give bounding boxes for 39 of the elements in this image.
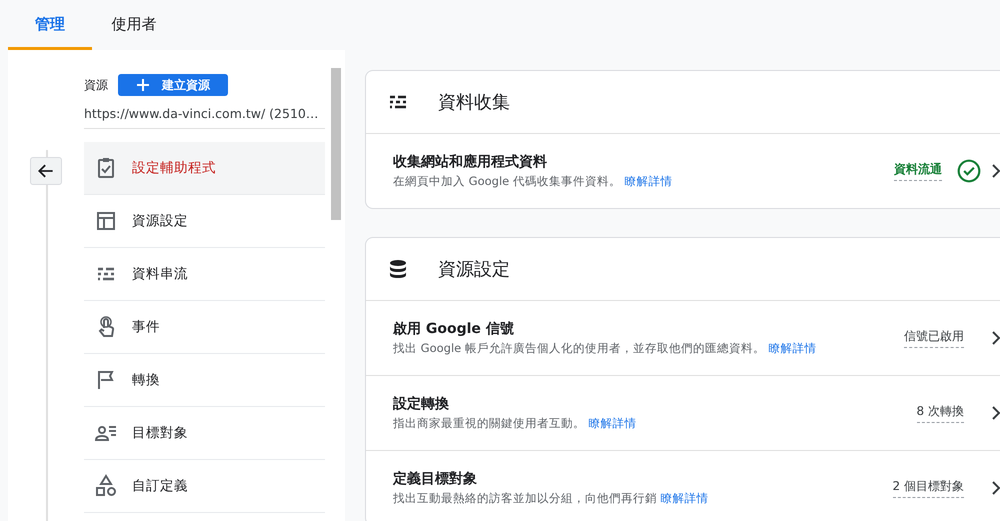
- plus-icon: [136, 78, 150, 92]
- learn-more-link[interactable]: 瞭解詳情: [624, 174, 673, 188]
- property-name: https://www.da-vinci.com.tw/ (2510…: [84, 106, 325, 129]
- shapes-icon: [94, 474, 118, 498]
- scrollbar-thumb[interactable]: [331, 68, 341, 220]
- layout-icon: [94, 209, 118, 233]
- nav-item[interactable]: 設定輔助程式: [84, 142, 325, 195]
- nav-item[interactable]: 自訂定義: [84, 460, 325, 513]
- row-title: 啟用 Google 信號: [393, 320, 515, 338]
- nav-item[interactable]: 目標對象: [84, 407, 325, 460]
- learn-more-link[interactable]: 瞭解詳情: [660, 491, 709, 505]
- learn-more-link[interactable]: 瞭解詳情: [588, 416, 637, 430]
- learn-more-link[interactable]: 瞭解詳情: [768, 341, 817, 355]
- chevron-right-icon[interactable]: [992, 330, 1000, 346]
- section-title: 資料收集: [438, 91, 510, 114]
- chevron-right-icon[interactable]: [992, 480, 1000, 496]
- nav-item[interactable]: 資源設定: [84, 195, 325, 248]
- section-title: 資源設定: [438, 258, 510, 281]
- nav-item[interactable]: 資料串流: [84, 248, 325, 301]
- back-button[interactable]: [30, 157, 62, 185]
- chevron-right-icon[interactable]: [992, 163, 1000, 179]
- property-label: 資源: [84, 76, 108, 94]
- row-title: 定義目標對象: [393, 470, 478, 488]
- status-label: 信號已啟用: [904, 328, 964, 348]
- status-label: 2 個目標對象: [892, 478, 964, 498]
- tab[interactable]: 使用者: [92, 0, 176, 50]
- row-description: 指出商家最重視的關鍵使用者互動。: [393, 416, 585, 430]
- row-description: 找出 Google 帳戶允許廣告個人化的使用者，並存取他們的匯總資料。: [393, 341, 765, 355]
- row-description: 在網頁中加入 Google 代碼收集事件資料。: [393, 174, 621, 188]
- nav-item[interactable]: 轉換: [84, 354, 325, 407]
- status-label: 8 次轉換: [916, 403, 964, 423]
- row-description: 找出互動最熱絡的訪客並加以分組，向他們再行銷: [393, 491, 657, 505]
- nav-item[interactable]: 事件: [84, 301, 325, 354]
- chevron-right-icon[interactable]: [992, 405, 1000, 421]
- check-circle-icon: [956, 158, 982, 184]
- status-label: 資料流通: [894, 161, 942, 181]
- row-title: 設定轉換: [393, 395, 450, 413]
- create-property-button[interactable]: 建立資源: [118, 74, 228, 96]
- row-title: 收集網站和應用程式資料: [393, 153, 548, 171]
